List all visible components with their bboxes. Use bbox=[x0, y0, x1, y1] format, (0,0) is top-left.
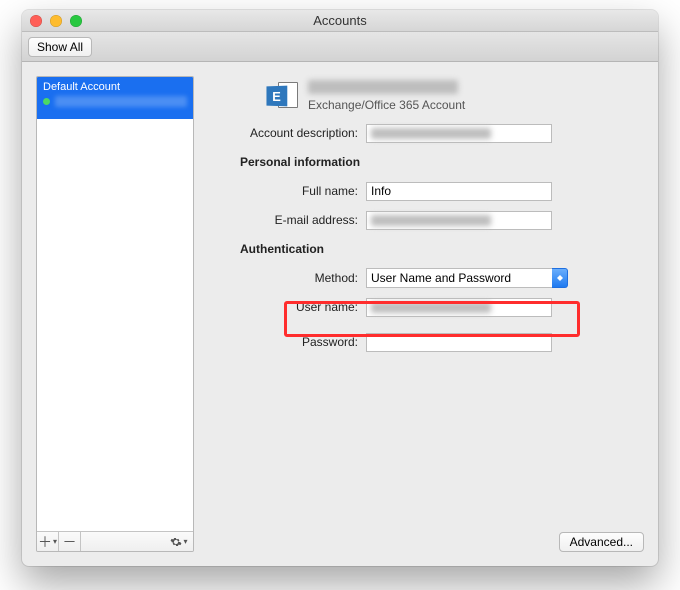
account-email-redacted bbox=[55, 96, 187, 107]
minus-icon: － bbox=[63, 532, 77, 552]
window-controls bbox=[30, 15, 82, 27]
list-toolbar: ＋▾ － ▾ bbox=[37, 531, 193, 551]
authentication-heading: Authentication bbox=[208, 242, 324, 256]
user-name-input[interactable] bbox=[366, 298, 552, 317]
email-input[interactable] bbox=[366, 211, 552, 230]
advanced-button[interactable]: Advanced... bbox=[559, 532, 644, 552]
password-label: Password: bbox=[208, 335, 358, 349]
user-name-label: User name: bbox=[208, 300, 358, 314]
status-online-icon bbox=[43, 98, 50, 105]
accounts-window: Accounts Show All Default Account bbox=[22, 10, 658, 566]
show-all-button[interactable]: Show All bbox=[28, 37, 92, 57]
zoom-window-button[interactable] bbox=[70, 15, 82, 27]
account-type-label: Exchange/Office 365 Account bbox=[308, 98, 465, 112]
chevron-down-icon: ▾ bbox=[183, 537, 187, 546]
window-title: Accounts bbox=[22, 13, 658, 28]
account-email-redacted bbox=[308, 80, 458, 94]
toolbar: Show All bbox=[22, 32, 658, 62]
close-window-button[interactable] bbox=[30, 15, 42, 27]
add-account-button[interactable]: ＋▾ bbox=[37, 532, 59, 551]
account-form: Account description: Personal informatio… bbox=[208, 122, 644, 353]
account-detail: E Exchange/Office 365 Account Account de… bbox=[208, 76, 644, 552]
content-area: Default Account ＋▾ － bbox=[22, 62, 658, 566]
titlebar: Accounts bbox=[22, 10, 658, 32]
account-options-button[interactable]: ▾ bbox=[165, 536, 193, 548]
sidebar: Default Account ＋▾ － bbox=[36, 76, 194, 552]
select-stepper-icon bbox=[552, 268, 568, 288]
account-list-item[interactable]: Default Account bbox=[37, 77, 193, 119]
account-description-label: Account description: bbox=[208, 126, 358, 140]
account-header: E Exchange/Office 365 Account bbox=[266, 80, 644, 112]
email-label: E-mail address: bbox=[208, 213, 358, 227]
personal-info-heading: Personal information bbox=[208, 155, 360, 169]
account-description-input[interactable] bbox=[366, 124, 552, 143]
method-label: Method: bbox=[208, 271, 358, 285]
password-input[interactable] bbox=[366, 333, 552, 352]
gear-icon bbox=[170, 536, 182, 548]
auth-method-select[interactable]: User Name and Password bbox=[366, 268, 552, 288]
full-name-input[interactable] bbox=[366, 182, 552, 201]
plus-icon: ＋ bbox=[38, 532, 52, 552]
exchange-icon: E bbox=[266, 80, 298, 112]
remove-account-button[interactable]: － bbox=[59, 532, 81, 551]
auth-method-value: User Name and Password bbox=[371, 271, 511, 285]
full-name-label: Full name: bbox=[208, 184, 358, 198]
account-name: Default Account bbox=[43, 81, 187, 93]
minimize-window-button[interactable] bbox=[50, 15, 62, 27]
account-list[interactable]: Default Account ＋▾ － bbox=[36, 76, 194, 552]
